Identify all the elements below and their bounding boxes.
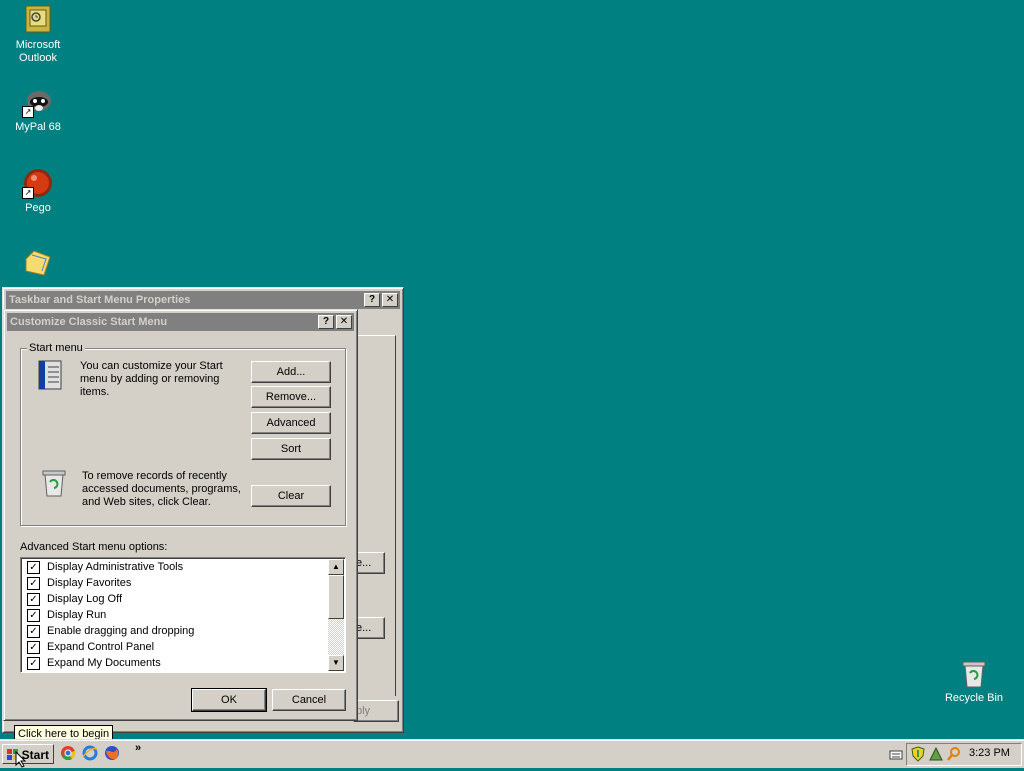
ok-button[interactable]: OK <box>191 688 267 712</box>
network-icon[interactable] <box>928 746 944 765</box>
advanced-options-list[interactable]: ✓ Display Administrative Tools ✓ Display F… <box>20 557 346 673</box>
search-icon[interactable] <box>946 746 962 765</box>
sort-button[interactable]: Sort <box>251 438 331 460</box>
option-label: Display Run <box>47 609 107 621</box>
raccoon-icon: ↗ <box>22 86 54 118</box>
close-button[interactable]: ✕ <box>382 293 398 307</box>
checkbox[interactable]: ✓ <box>27 608 40 622</box>
option-label: Expand Control Panel <box>47 641 155 653</box>
pego-icon: ↗ <box>22 167 54 199</box>
taskbar: Start » 3:23 PM <box>0 739 1024 768</box>
list-item[interactable]: ✓ Display Log Off <box>27 591 122 607</box>
group-label: Start menu <box>27 342 85 354</box>
list-item[interactable]: ✓ Display Administrative Tools <box>27 559 183 575</box>
system-tray: 3:23 PM <box>906 743 1022 766</box>
firefox-icon[interactable] <box>104 745 120 761</box>
start-menu-icon <box>35 359 67 391</box>
checkbox[interactable]: ✓ <box>27 624 40 638</box>
close-button[interactable]: ✕ <box>336 315 352 329</box>
checkbox[interactable]: ✓ <box>27 560 40 574</box>
dialog-title: Customize Classic Start Menu <box>10 316 168 328</box>
quick-launch <box>60 745 120 761</box>
title-bar: Customize Classic Start Menu ? ✕ <box>7 313 354 331</box>
clear-button[interactable]: Clear <box>251 485 331 507</box>
checkbox[interactable]: ✓ <box>27 576 40 590</box>
vertical-scrollbar[interactable]: ▲ ▼ <box>328 559 344 671</box>
checkbox[interactable]: ✓ <box>27 592 40 606</box>
option-label: Display Favorites <box>47 577 132 589</box>
option-label: Display Log Off <box>47 593 123 605</box>
list-item[interactable]: ✓ Enable dragging and dropping <box>27 623 194 639</box>
customize-start-menu-dialog: Customize Classic Start Menu ? ✕ Start m… <box>3 309 358 721</box>
list-item[interactable]: ✓ Display Run <box>27 607 106 623</box>
outlook-icon <box>22 4 54 36</box>
shortcut-arrow-icon: ↗ <box>22 106 34 118</box>
option-label: Display Administrative Tools <box>47 561 184 573</box>
clock[interactable]: 3:23 PM <box>969 747 1010 759</box>
shortcut-arrow-icon: ↗ <box>22 187 34 199</box>
help-button[interactable]: ? <box>318 315 334 329</box>
mouse-cursor-icon <box>15 750 27 771</box>
folder-icon <box>22 247 54 279</box>
desktop-icon-label: Recycle Bin <box>944 692 1004 704</box>
option-label: Enable dragging and dropping <box>47 625 195 637</box>
recycle-icon <box>38 466 70 498</box>
list-item[interactable]: ✓ Display Favorites <box>27 575 131 591</box>
scroll-up-icon[interactable]: ▲ <box>328 559 344 575</box>
customize-description: You can customize your Start menu by add… <box>80 360 223 398</box>
quick-launch-overflow[interactable]: » <box>135 742 141 754</box>
desktop-icon-label: MyPal 68 <box>15 121 61 133</box>
internet-explorer-icon[interactable] <box>82 745 98 761</box>
desktop-icon-outlook[interactable]: Microsoft Outlook <box>0 4 76 65</box>
start-menu-group: Start menu You can customize your Start … <box>20 342 346 526</box>
chrome-icon[interactable] <box>60 745 76 761</box>
apply-button[interactable]: ply <box>353 700 399 722</box>
shield-icon[interactable] <box>910 746 926 765</box>
desktop-icon-folder[interactable] <box>0 247 76 282</box>
scroll-thumb[interactable] <box>328 575 344 619</box>
window-title: Taskbar and Start Menu Properties <box>9 294 191 306</box>
desktop-icon-recycle-bin[interactable]: Recycle Bin <box>936 657 1012 705</box>
checkbox[interactable]: ✓ <box>27 656 40 670</box>
cancel-button[interactable]: Cancel <box>272 689 346 711</box>
checkbox[interactable]: ✓ <box>27 640 40 654</box>
keyboard-icon[interactable] <box>889 747 903 761</box>
advanced-button[interactable]: Advanced <box>251 412 331 434</box>
add-button[interactable]: Add... <box>251 361 331 383</box>
desktop-icon-label: Pego <box>25 202 51 214</box>
option-label: Expand My Documents <box>47 657 161 669</box>
list-item[interactable]: ✓ Expand My Documents <box>27 655 161 671</box>
start-button[interactable]: Start <box>2 744 54 764</box>
desktop-icon-pego[interactable]: ↗ Pego <box>0 167 76 215</box>
scroll-down-icon[interactable]: ▼ <box>328 655 344 671</box>
recycle-bin-icon <box>958 657 990 689</box>
clear-description: To remove records of recently accessed d… <box>82 470 241 508</box>
desktop-icon-label: Microsoft Outlook <box>15 39 61 64</box>
desktop-icon-mypal[interactable]: ↗ MyPal 68 <box>0 86 76 134</box>
list-item[interactable]: ✓ Expand Control Panel <box>27 639 154 655</box>
options-label: Advanced Start menu options: <box>20 541 168 553</box>
remove-button[interactable]: Remove... <box>251 386 331 408</box>
title-bar: Taskbar and Start Menu Properties ? ✕ <box>6 291 400 309</box>
help-button[interactable]: ? <box>364 293 380 307</box>
